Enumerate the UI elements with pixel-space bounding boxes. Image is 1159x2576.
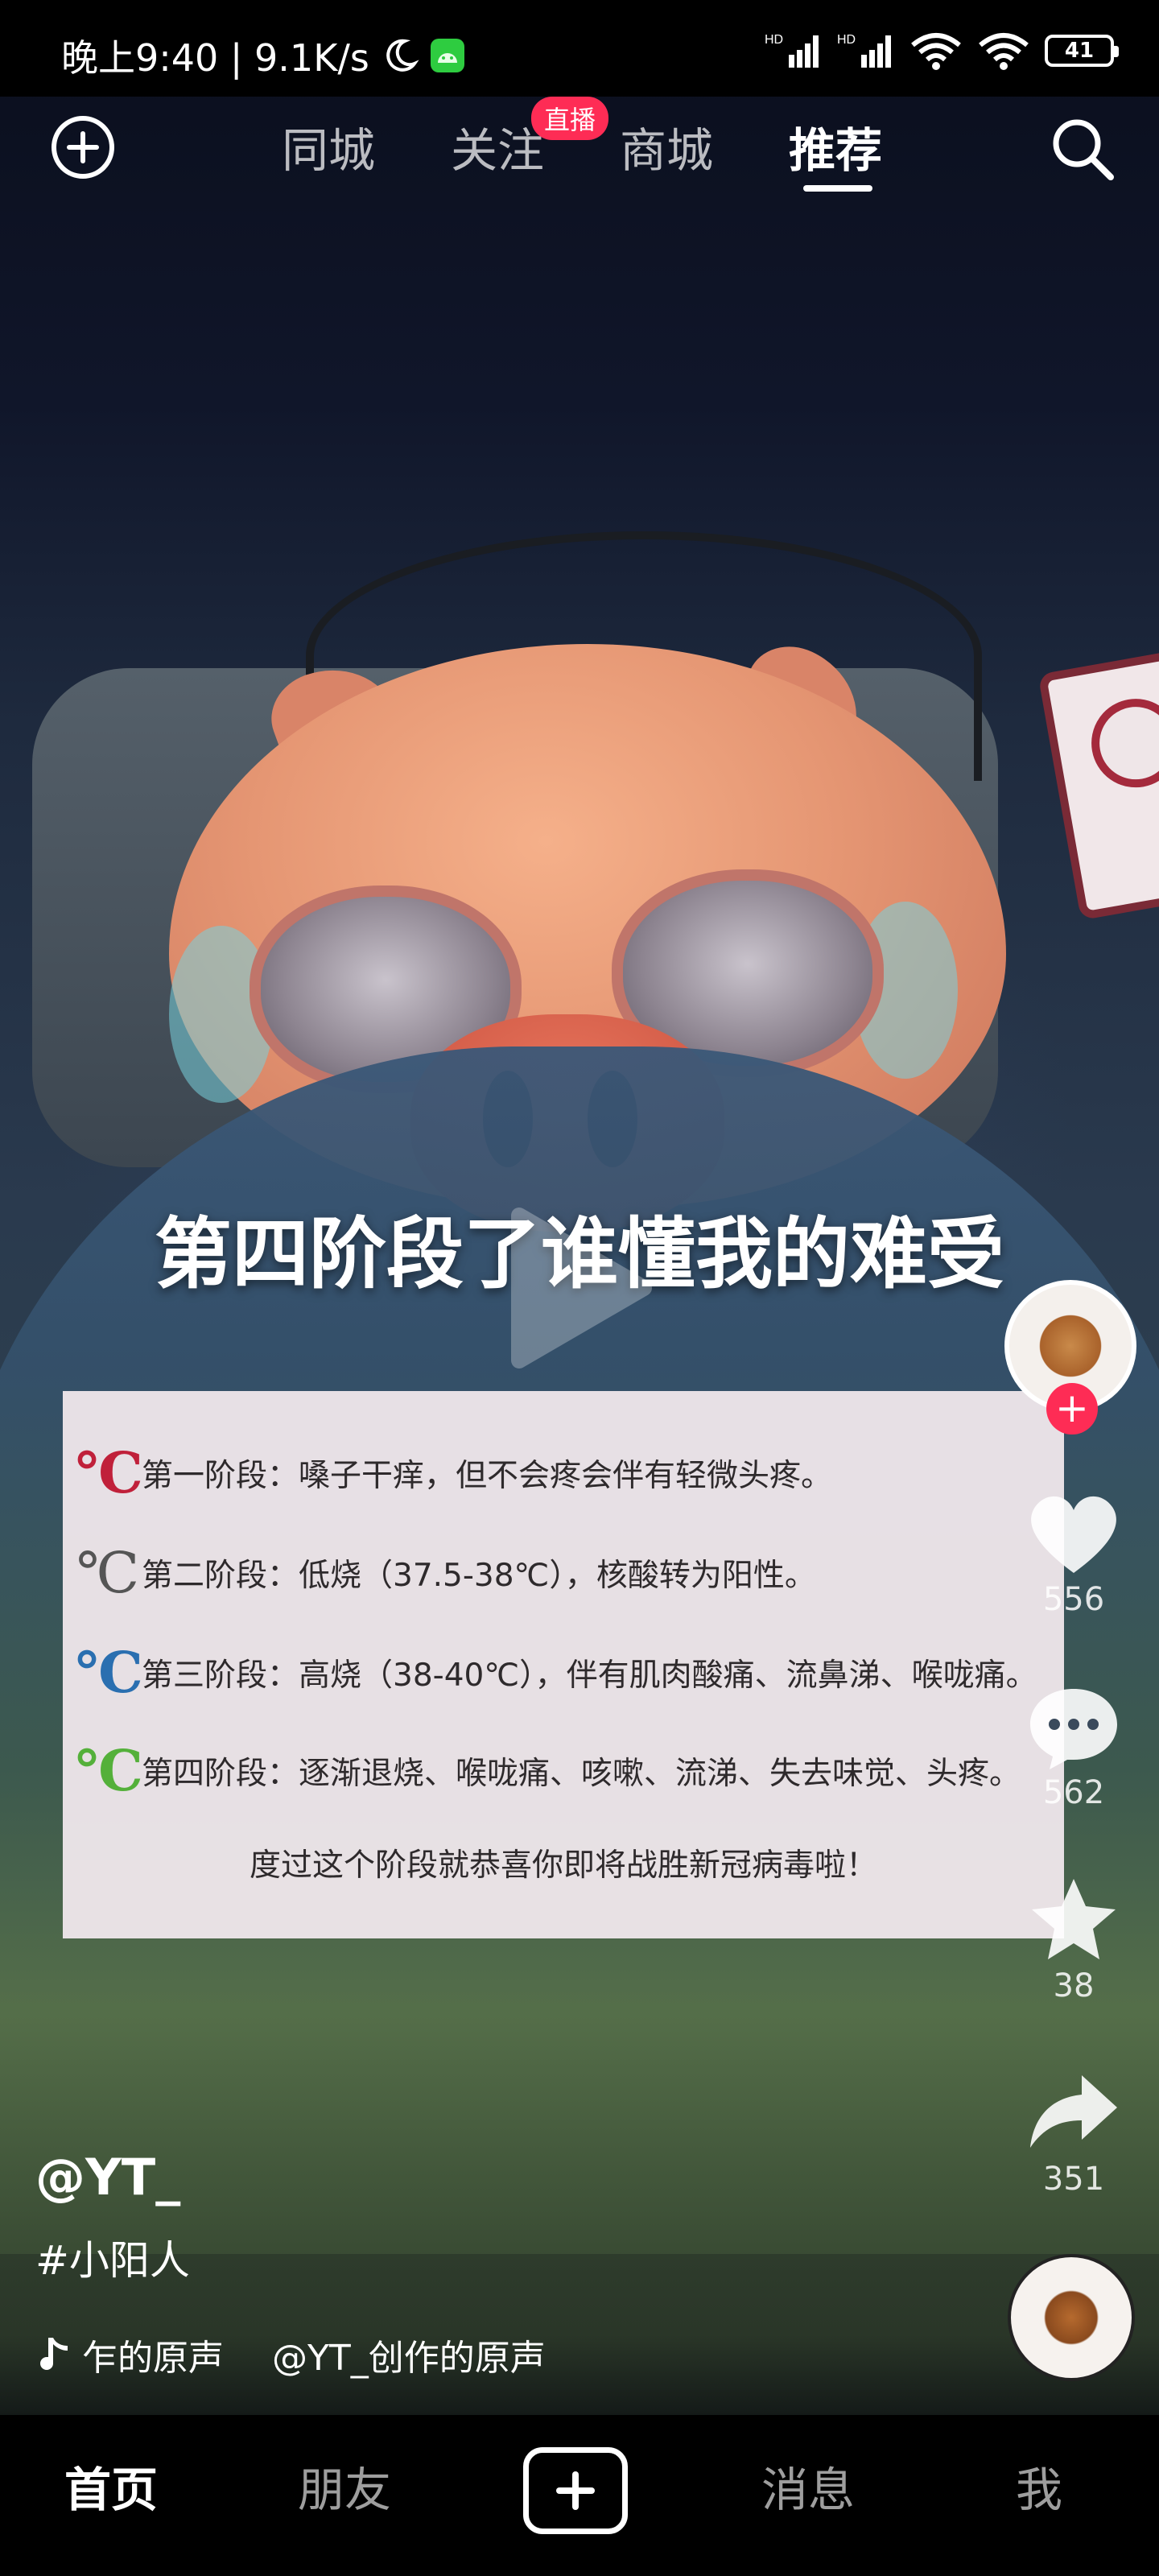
share-button[interactable]: 351 [1001, 2069, 1146, 2198]
comment-icon [1030, 1689, 1117, 1769]
plus-icon [556, 2471, 595, 2510]
nav-me[interactable]: 我 [1016, 2452, 1062, 2520]
tab-following[interactable]: 关注 [451, 113, 544, 180]
stage-row: ℃ 第一阶段： 嗓子干痒，但不会疼会伴有轻微头疼。 [76, 1439, 832, 1506]
author-name[interactable]: @YT_ [35, 2148, 180, 2207]
top-navigation: 同城 关注 直播 商城 推荐 [0, 97, 1159, 201]
video-feed-screen: 晚上9:40 | 9.1K/s HD HD 41 同城 关注 直播 商城 推荐 … [0, 0, 1159, 2576]
bottom-navigation: 首页 朋友 消息 我 [0, 2415, 1159, 2576]
share-count: 351 [1042, 2161, 1105, 2198]
stage-label: 第一阶段： [142, 1457, 299, 1494]
add-circle-icon[interactable] [48, 113, 118, 182]
stage-label: 第三阶段： [142, 1657, 299, 1694]
live-badge: 直播 [531, 97, 609, 140]
cellular-signal-icon-2: HD [837, 33, 891, 68]
like-button[interactable]: 556 [1001, 1489, 1146, 1618]
cellular-signal-icon: HD [765, 33, 819, 68]
status-bar: 晚上9:40 | 9.1K/s HD HD 41 [0, 0, 1159, 97]
music-title: 乍的原声 [82, 2338, 224, 2379]
tab-mall[interactable]: 商城 [620, 113, 713, 180]
covid-stages-card: ℃ 第一阶段： 嗓子干痒，但不会疼会伴有轻微头疼。 ℃ 第二阶段： 低烧（37.… [63, 1391, 1064, 1938]
music-marquee[interactable]: 乍的原声 @YT_创作的原声 [35, 2326, 551, 2383]
stage-row: ℃ 第二阶段： 低烧（37.5-38℃），核酸转为阳性。 [76, 1540, 816, 1606]
tab-nearby[interactable]: 同城 [282, 113, 375, 180]
wifi-icon [911, 33, 961, 70]
stage-label: 第二阶段： [142, 1558, 299, 1594]
play-icon[interactable] [503, 1199, 656, 1377]
nav-messages[interactable]: 消息 [761, 2452, 855, 2520]
stage-text: 嗓子干痒，但不会疼会伴有轻微头疼。 [299, 1457, 833, 1494]
stage-row: ℃ 第四阶段： 逐渐退烧、喉咙痛、咳嗽、流涕、失去味觉、头疼。 [76, 1737, 1021, 1804]
stage-text: 低烧（37.5-38℃），核酸转为阳性。 [299, 1558, 816, 1594]
music-title-repeat: @YT_创作的原声 [272, 2338, 546, 2379]
status-time: 晚上9:40 | 9.1K/s [61, 36, 369, 80]
search-icon[interactable] [1046, 113, 1119, 185]
music-note-icon [40, 2338, 68, 2370]
hashtag[interactable]: #小阳人 [35, 2228, 190, 2286]
share-icon [1030, 2075, 1117, 2148]
music-disc[interactable] [1008, 2254, 1135, 2381]
comment-count: 562 [1042, 1774, 1105, 1811]
thermometer-icon: ℃ [76, 1737, 143, 1804]
wifi-icon-2 [979, 33, 1029, 70]
favorite-button[interactable]: 38 [1001, 1876, 1146, 2004]
stage-row: ℃ 第三阶段： 高烧（38-40℃），伴有肌肉酸痛、流鼻涕、喉咙痛。 [76, 1639, 1037, 1706]
moon-icon [386, 39, 419, 72]
create-button[interactable] [523, 2447, 628, 2534]
battery-level: 41 [1064, 39, 1095, 63]
thermometer-icon: ℃ [76, 1439, 143, 1506]
star-icon [1032, 1879, 1116, 1959]
status-right: HD HD 41 [765, 31, 1119, 71]
favorite-count: 38 [1053, 1967, 1095, 2004]
thermometer-icon: ℃ [76, 1540, 140, 1606]
comment-button[interactable]: 562 [1001, 1682, 1146, 1811]
nav-home[interactable]: 首页 [64, 2452, 158, 2520]
monitor-dial [1084, 691, 1159, 795]
stage-text: 高烧（38-40℃），伴有肌肉酸痛、流鼻涕、喉咙痛。 [299, 1657, 1037, 1694]
status-left: 晚上9:40 | 9.1K/s [61, 29, 464, 82]
tab-recommended[interactable]: 推荐 [789, 113, 882, 180]
stage-label: 第四阶段： [142, 1755, 299, 1792]
follow-button[interactable]: + [1046, 1383, 1098, 1435]
nav-friends[interactable]: 朋友 [298, 2452, 391, 2520]
thermometer-icon: ℃ [76, 1639, 143, 1706]
stage-text: 逐渐退烧、喉咙痛、咳嗽、流涕、失去味觉、头疼。 [299, 1755, 1021, 1792]
active-tab-indicator [803, 185, 872, 192]
signal-hd-label: HD [765, 33, 783, 47]
android-app-icon [430, 39, 464, 72]
like-count: 556 [1042, 1581, 1105, 1618]
signal-hd-label-2: HD [837, 33, 856, 47]
monitor-illustration [1037, 649, 1159, 921]
card-footer: 度过这个阶段就恭喜你即将战胜新冠病毒啦！ [249, 1847, 877, 1884]
battery-icon: 41 [1045, 35, 1119, 67]
heart-icon [1031, 1496, 1116, 1573]
